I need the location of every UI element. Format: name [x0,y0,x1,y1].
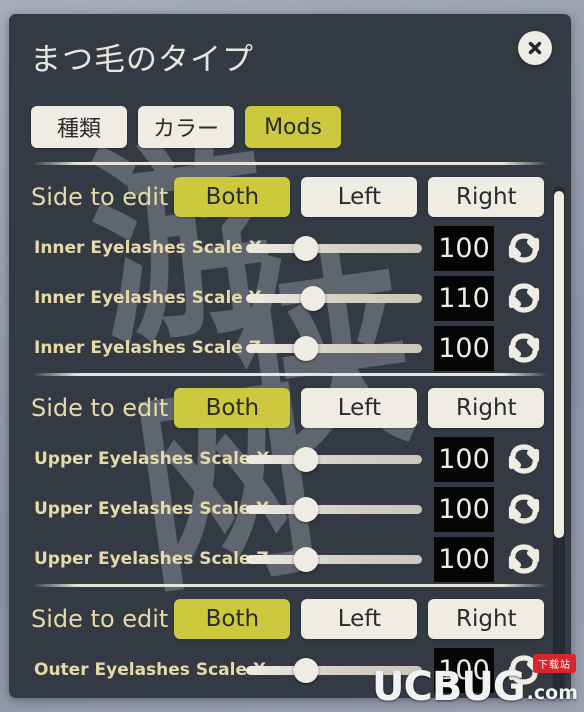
slider-value[interactable]: 110 [434,275,494,321]
slider-label: Upper Eyelashes Scale Z [34,549,269,569]
settings-scroll-area[interactable]: Side to edit Both Left Right Inner Eyela… [9,162,571,698]
side-to-edit-row: Side to edit Both Left Right [9,382,571,434]
side-to-edit-label: Side to edit [31,183,169,211]
slider-row: Upper Eyelashes Scale X 100 [9,434,571,484]
slider-knob[interactable] [293,446,319,472]
side-to-edit-row: Side to edit Both Left Right [9,593,571,645]
slider-knob[interactable] [293,546,319,572]
slider-value[interactable]: 100 [434,536,494,582]
slider-row: Inner Eyelashes Scale Y 110 [9,273,571,323]
slider-track [246,343,422,353]
slider-track [246,243,422,253]
slider-control[interactable] [246,233,422,263]
side-option-right[interactable]: Right [428,388,545,428]
reset-icon[interactable] [503,438,545,480]
reset-icon[interactable] [503,327,545,369]
close-icon [525,38,545,58]
slider-knob[interactable] [293,496,319,522]
slider-control[interactable] [246,655,422,685]
reset-icon[interactable] [503,277,545,319]
slider-value[interactable]: 100 [434,436,494,482]
side-to-edit-label: Side to edit [31,394,169,422]
slider-track [246,293,422,303]
section-divider [31,162,549,165]
section-inner-eyelashes: Side to edit Both Left Right Inner Eyela… [9,171,571,373]
slider-track [246,454,422,464]
reset-icon[interactable] [503,227,545,269]
tab-mods[interactable]: Mods [245,106,342,148]
slider-row: Inner Eyelashes Scale X 100 [9,223,571,273]
slider-knob[interactable] [293,235,319,261]
side-option-right[interactable]: Right [428,599,545,639]
side-option-left[interactable]: Left [301,388,418,428]
slider-row: Upper Eyelashes Scale Z 100 [9,534,571,584]
page-title: まつ毛のタイプ [30,42,254,78]
side-option-both[interactable]: Both [174,599,291,639]
close-button[interactable] [518,31,552,65]
tab-bar: 種類 カラー Mods [31,106,342,148]
reset-icon[interactable] [503,538,545,580]
slider-label: Upper Eyelashes Scale X [34,449,270,469]
slider-value[interactable]: 100 [434,225,494,271]
side-option-right[interactable]: Right [428,177,545,217]
slider-label: Inner Eyelashes Scale Y [34,288,262,308]
slider-knob[interactable] [300,285,326,311]
slider-control[interactable] [246,283,422,313]
side-option-both[interactable]: Both [174,177,291,217]
scrollbar[interactable] [553,186,565,696]
slider-control[interactable] [246,544,422,574]
side-option-left[interactable]: Left [301,599,418,639]
tab-type[interactable]: 種類 [31,106,127,148]
slider-label: Inner Eyelashes Scale Z [34,338,262,358]
slider-value[interactable]: 100 [434,647,494,693]
slider-row: Outer Eyelashes Scale X 100 [9,645,571,695]
slider-row: Upper Eyelashes Scale Y 100 [9,484,571,534]
side-to-edit-options: Both Left Right [174,599,545,639]
slider-track [246,665,422,675]
slider-label: Outer Eyelashes Scale X [34,660,266,680]
section-divider [31,373,549,376]
scrollbar-thumb[interactable] [554,191,564,538]
tab-color[interactable]: カラー [138,106,235,148]
side-to-edit-label: Side to edit [31,605,169,633]
slider-control[interactable] [246,444,422,474]
slider-value[interactable]: 100 [434,486,494,532]
slider-label: Upper Eyelashes Scale Y [34,499,269,519]
slider-value[interactable]: 100 [434,325,494,371]
slider-control[interactable] [246,333,422,363]
reset-icon[interactable] [503,649,545,691]
side-to-edit-options: Both Left Right [174,177,545,217]
side-to-edit-row: Side to edit Both Left Right [9,171,571,223]
slider-label: Inner Eyelashes Scale X [34,238,262,258]
lashes-type-panel: 游 侠 网 まつ毛のタイプ 種類 カラー Mods Side to edit B… [9,14,571,698]
section-outer-eyelashes: Side to edit Both Left Right Outer Eyela… [9,593,571,695]
section-upper-eyelashes: Side to edit Both Left Right Upper Eyela… [9,382,571,584]
slider-row: Inner Eyelashes Scale Z 100 [9,323,571,373]
side-to-edit-options: Both Left Right [174,388,545,428]
reset-icon[interactable] [503,488,545,530]
slider-track [246,504,422,514]
slider-control[interactable] [246,494,422,524]
slider-knob[interactable] [293,335,319,361]
side-option-left[interactable]: Left [301,177,418,217]
section-divider [31,584,549,587]
slider-track [246,554,422,564]
side-option-both[interactable]: Both [174,388,291,428]
slider-knob[interactable] [293,657,319,683]
